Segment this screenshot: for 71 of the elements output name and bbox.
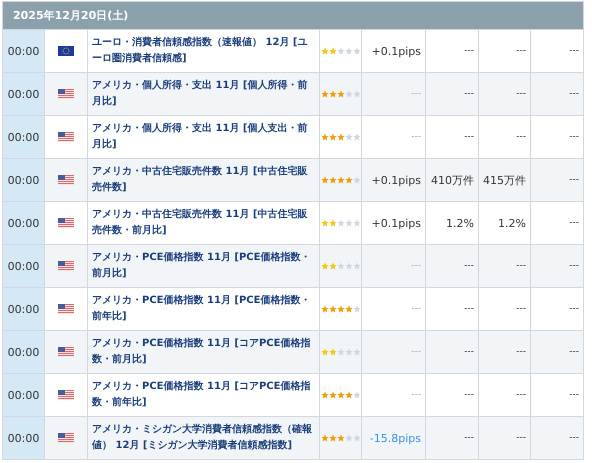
forecast-value: --- [516,347,526,357]
us-flag-icon [58,132,74,142]
value: --- [569,46,579,56]
event-name[interactable]: アメリカ・PCE価格指数 11月 [PCE価格指数・前月比] [92,250,315,282]
event-time: 00:00 [8,174,40,186]
result-value: --- [464,433,474,443]
event-time: 00:00 [8,130,40,144]
value: --- [569,304,579,314]
result-value: --- [464,132,474,142]
event-name[interactable]: アメリカ・PCE価格指数 11月 [コアPCE価格指数・前月比] [92,336,315,368]
result-value: --- [464,46,474,56]
event-name[interactable]: アメリカ・ミシガン大学消費者信頼感指数（確報値） 12月 [ミシガン大学消費者信頼感指数] [92,422,315,454]
value: --- [569,261,579,271]
us-flag-icon [58,433,74,443]
forecast-value: --- [516,132,526,142]
event-time: 00:00 [8,346,40,358]
event-time: 00:00 [8,88,40,100]
forecast-value: --- [516,261,526,271]
event-time: 00:00 [8,44,40,58]
value: --- [569,175,579,185]
forecast-value: --- [516,46,526,56]
result-value: 1.2% [446,216,474,230]
event-time: 00:00 [8,216,40,230]
us-flag-icon [58,218,74,228]
event-name[interactable]: アメリカ・中古住宅販売件数 11月 [中古住宅販売件数・前月比] [92,207,315,239]
us-flag-icon [58,89,74,99]
result-value: --- [464,347,474,357]
pips-value: --- [411,89,421,99]
pips-value: --- [411,132,421,142]
result-value: --- [464,304,474,314]
us-flag-icon [58,390,74,400]
value: --- [569,433,579,443]
event-name[interactable]: アメリカ・個人所得・支出 11月 [個人支出・前月比] [92,121,315,153]
forecast-value: --- [516,433,526,443]
forecast-value: 1.2% [498,216,526,230]
event-time: 00:00 [8,302,40,316]
eu-flag-icon [58,46,74,56]
event-time: 00:00 [8,388,40,402]
forecast-value: --- [516,89,526,99]
pips-value: --- [411,261,421,271]
event-name[interactable]: アメリカ・中古住宅販売件数 11月 [中古住宅販売件数] [92,164,315,196]
pips-value: +0.1pips [372,44,421,58]
us-flag-icon [58,347,74,357]
value: --- [569,132,579,142]
date-header: 2025年12月20日(土) [3,2,583,29]
result-value: --- [464,390,474,400]
value: --- [569,390,579,400]
event-name[interactable]: ユーロ・消費者信頼感指数（速報値） 12月 [ユーロ圏消費者信頼感] [92,35,315,67]
pips-value: --- [411,347,421,357]
value: --- [569,89,579,99]
us-flag-icon [58,261,74,271]
pips-value: +0.1pips [372,216,421,230]
us-flag-icon [58,175,74,185]
event-time: 00:00 [8,432,40,444]
value: --- [569,218,579,228]
pips-value: --- [411,304,421,314]
value: --- [569,347,579,357]
pips-value: --- [411,390,421,400]
event-name[interactable]: アメリカ・PCE価格指数 11月 [コアPCE価格指数・前年比] [92,379,315,411]
event-time: 00:00 [8,260,40,272]
forecast-value: --- [516,390,526,400]
result-value: 410万件 [431,172,474,188]
result-value: --- [464,261,474,271]
pips-value: +0.1pips [372,174,421,186]
event-name[interactable]: アメリカ・PCE価格指数 11月 [PCE価格指数・前年比] [92,293,315,325]
forecast-value: 415万件 [483,172,526,188]
event-name[interactable]: アメリカ・個人所得・支出 11月 [個人所得・前月比] [92,78,315,110]
result-value: --- [464,89,474,99]
pips-value: -15.8pips [370,432,421,444]
forecast-value: --- [516,304,526,314]
us-flag-icon [58,304,74,314]
